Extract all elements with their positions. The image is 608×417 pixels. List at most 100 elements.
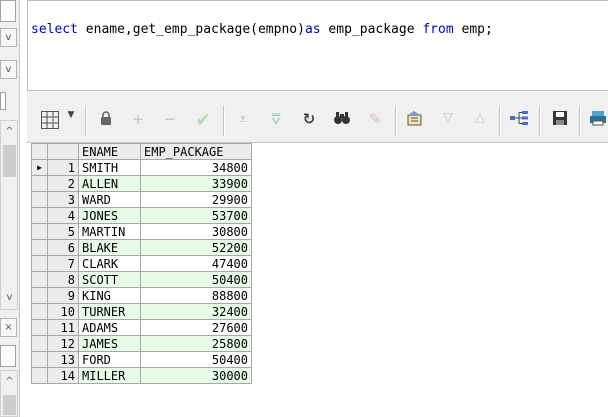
table-row[interactable]: 11 ADAMS 27600 <box>31 319 252 336</box>
cell-emp-package[interactable]: 30800 <box>140 223 252 240</box>
table-row[interactable]: 14 MILLER 30000 <box>31 367 252 384</box>
row-number[interactable]: 5 <box>47 223 79 240</box>
scroll-up-icon[interactable]: ^ <box>1 373 18 390</box>
cell-ename[interactable]: JONES <box>78 207 141 224</box>
row-number[interactable]: 1 <box>47 159 79 176</box>
filter-clear-icon[interactable]: ⩢ <box>265 110 287 132</box>
table-row[interactable]: 13 FORD 50400 <box>31 351 252 368</box>
table-row[interactable]: 4 JONES 53700 <box>31 207 252 224</box>
table-row[interactable]: ▶ 1 SMITH 34800 <box>31 159 252 176</box>
result-grid[interactable]: ENAME EMP_PACKAGE ▶ 1 SMITH 34800 2 ALLEN 3390… <box>31 143 252 384</box>
grid-menu-icon[interactable] <box>39 110 61 132</box>
row-number[interactable]: 4 <box>47 207 79 224</box>
row-indicator <box>31 255 48 272</box>
row-indicator <box>31 207 48 224</box>
plus-icon[interactable]: + <box>127 110 149 132</box>
lock-icon[interactable] <box>95 110 117 132</box>
refresh-icon[interactable]: ↻ <box>298 110 320 132</box>
cell-ename[interactable]: CLARK <box>78 255 141 272</box>
row-number[interactable]: 11 <box>47 319 79 336</box>
table-row[interactable]: 5 MARTIN 30800 <box>31 223 252 240</box>
cell-emp-package[interactable]: 52200 <box>140 239 252 256</box>
row-indicator <box>31 175 48 192</box>
sql-editor[interactable]: select ename,get_emp_package(empno)as em… <box>27 0 608 91</box>
table-row[interactable]: 9 KING 88800 <box>31 287 252 304</box>
export-icon[interactable] <box>403 110 427 132</box>
row-indicator <box>31 319 48 336</box>
cell-ename[interactable]: KING <box>78 287 141 304</box>
scroll-up-icon[interactable]: ^ <box>1 123 18 140</box>
cell-emp-package[interactable]: 88800 <box>140 287 252 304</box>
cell-ename[interactable]: SMITH <box>78 159 141 176</box>
cell-ename[interactable]: ADAMS <box>78 319 141 336</box>
cell-emp-package[interactable]: 25800 <box>140 335 252 352</box>
cell-ename[interactable]: WARD <box>78 191 141 208</box>
row-number[interactable]: 8 <box>47 271 79 288</box>
cell-emp-package[interactable]: 29900 <box>140 191 252 208</box>
row-number[interactable]: 3 <box>47 191 79 208</box>
left-scrollbar-2[interactable]: ^ <box>0 370 18 417</box>
triangle-up-icon[interactable]: △ <box>469 110 491 132</box>
cell-ename[interactable]: TURNER <box>78 303 141 320</box>
table-row[interactable]: 3 WARD 29900 <box>31 191 252 208</box>
cell-emp-package[interactable]: 32400 <box>140 303 252 320</box>
dropdown-arrow-icon[interactable]: ▼ <box>65 110 77 132</box>
left-panel: v v ^ v × ^ <box>0 0 20 417</box>
find-icon[interactable] <box>331 110 353 132</box>
row-number[interactable]: 2 <box>47 175 79 192</box>
column-header-emp-package[interactable]: EMP_PACKAGE <box>140 143 252 160</box>
chevron-down-icon[interactable]: v <box>0 28 17 47</box>
scroll-thumb[interactable] <box>3 145 16 177</box>
minus-icon[interactable]: − <box>159 110 181 132</box>
cell-emp-package[interactable]: 27600 <box>140 319 252 336</box>
sql-keyword: from <box>422 22 454 37</box>
cell-ename[interactable]: SCOTT <box>78 271 141 288</box>
cell-ename[interactable]: MARTIN <box>78 223 141 240</box>
left-input-box-2[interactable] <box>0 345 16 367</box>
chevron-down-icon[interactable]: v <box>0 60 17 79</box>
table-row[interactable]: 6 BLAKE 52200 <box>31 239 252 256</box>
toolbar-separator <box>579 106 581 136</box>
scroll-down-icon[interactable]: v <box>1 289 18 306</box>
row-number[interactable]: 14 <box>47 367 79 384</box>
cell-emp-package[interactable]: 30000 <box>140 367 252 384</box>
left-input-box[interactable] <box>0 0 16 22</box>
cell-ename[interactable]: ALLEN <box>78 175 141 192</box>
row-number[interactable]: 6 <box>47 239 79 256</box>
cell-emp-package[interactable]: 47400 <box>140 255 252 272</box>
left-scrollbar[interactable]: ^ v <box>0 120 18 310</box>
clear-icon[interactable]: ✎ <box>364 110 386 132</box>
row-number[interactable]: 13 <box>47 351 79 368</box>
cell-emp-package[interactable]: 50400 <box>140 351 252 368</box>
check-icon[interactable]: ✔ <box>191 110 215 132</box>
row-number[interactable]: 10 <box>47 303 79 320</box>
row-number[interactable]: 7 <box>47 255 79 272</box>
cell-ename[interactable]: BLAKE <box>78 239 141 256</box>
table-row[interactable]: 8 SCOTT 50400 <box>31 271 252 288</box>
tree-icon[interactable] <box>507 110 531 132</box>
cell-emp-package[interactable]: 34800 <box>140 159 252 176</box>
left-indicator <box>0 92 6 110</box>
cell-emp-package[interactable]: 50400 <box>140 271 252 288</box>
close-icon[interactable]: × <box>0 318 17 337</box>
table-row[interactable]: 10 TURNER 32400 <box>31 303 252 320</box>
cell-ename[interactable]: JAMES <box>78 335 141 352</box>
row-number[interactable]: 12 <box>47 335 79 352</box>
cell-emp-package[interactable]: 33900 <box>140 175 252 192</box>
table-row[interactable]: 2 ALLEN 33900 <box>31 175 252 192</box>
table-row[interactable]: 7 CLARK 47400 <box>31 255 252 272</box>
cell-emp-package[interactable]: 53700 <box>140 207 252 224</box>
print-icon[interactable] <box>589 110 607 132</box>
column-header-ename[interactable]: ENAME <box>78 143 141 160</box>
table-row[interactable]: 12 JAMES 25800 <box>31 335 252 352</box>
triangle-down-icon[interactable]: ▽ <box>437 110 459 132</box>
cell-ename[interactable]: FORD <box>78 351 141 368</box>
sql-token: ename,get_emp_package(empno) <box>77 22 305 37</box>
toolbar-separator <box>499 106 501 136</box>
row-number[interactable]: 9 <box>47 287 79 304</box>
cell-ename[interactable]: MILLER <box>78 367 141 384</box>
scroll-thumb[interactable] <box>3 395 16 415</box>
save-icon[interactable] <box>549 110 571 132</box>
filter-down-icon[interactable]: ⩡ <box>232 110 254 132</box>
sql-keyword: as <box>304 22 321 37</box>
